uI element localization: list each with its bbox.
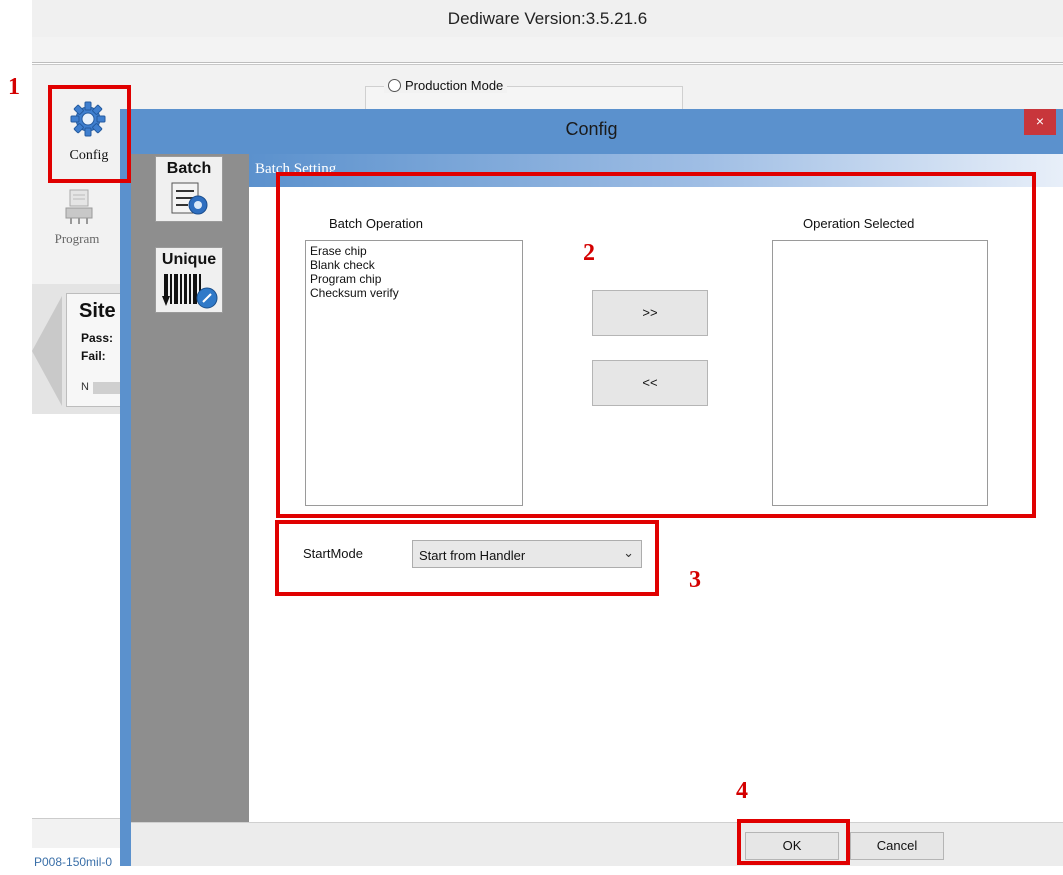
batch-icon bbox=[171, 182, 208, 215]
app-title-bar: Dediware Version:3.5.21.6 bbox=[32, 0, 1063, 37]
close-icon[interactable]: × bbox=[1024, 109, 1056, 135]
screen: Dediware Version:3.5.21.6 Production Mod… bbox=[0, 0, 1063, 875]
unique-tab-button[interactable]: Unique bbox=[155, 247, 223, 313]
barcode-key-icon bbox=[162, 274, 218, 309]
step-3-highlight bbox=[275, 520, 659, 596]
site-pass-label: Pass: bbox=[81, 331, 114, 345]
app-menubar bbox=[32, 37, 1063, 63]
step-2-marker: 2 bbox=[583, 240, 595, 266]
program-toolbar-button[interactable]: Program bbox=[40, 186, 114, 252]
radio-icon[interactable] bbox=[388, 79, 401, 92]
program-icon bbox=[65, 189, 93, 224]
production-mode-radio[interactable]: Production Mode bbox=[384, 78, 508, 93]
step-4-highlight bbox=[737, 819, 850, 865]
site-prev-arrow-icon[interactable] bbox=[32, 296, 62, 406]
status-text: P008-150mil-0 bbox=[34, 855, 113, 869]
app-title: Dediware Version:3.5.21.6 bbox=[447, 9, 648, 28]
batch-tab-button[interactable]: Batch bbox=[155, 156, 223, 222]
dialog-footer: OK Cancel bbox=[131, 822, 1063, 866]
dialog-sidebar: Batch Unique bbox=[131, 154, 249, 822]
step-4-marker: 4 bbox=[736, 778, 748, 804]
cancel-button[interactable]: Cancel bbox=[850, 832, 944, 860]
step-1-marker: 1 bbox=[8, 74, 20, 100]
batch-tab-label: Batch bbox=[166, 160, 212, 177]
dialog-title: Config bbox=[565, 119, 618, 139]
app-bottom-bar bbox=[32, 818, 132, 848]
step-1-highlight bbox=[48, 85, 131, 183]
unique-tab-label: Unique bbox=[161, 251, 217, 268]
step-3-marker: 3 bbox=[689, 567, 701, 593]
site-title: Site bbox=[79, 300, 116, 322]
program-toolbar-label: Program bbox=[54, 231, 100, 246]
step-2-highlight bbox=[276, 172, 1036, 518]
site-fail-label: Fail: bbox=[81, 349, 106, 363]
site-n-label: N bbox=[81, 381, 89, 393]
production-mode-label: Production Mode bbox=[405, 78, 504, 93]
